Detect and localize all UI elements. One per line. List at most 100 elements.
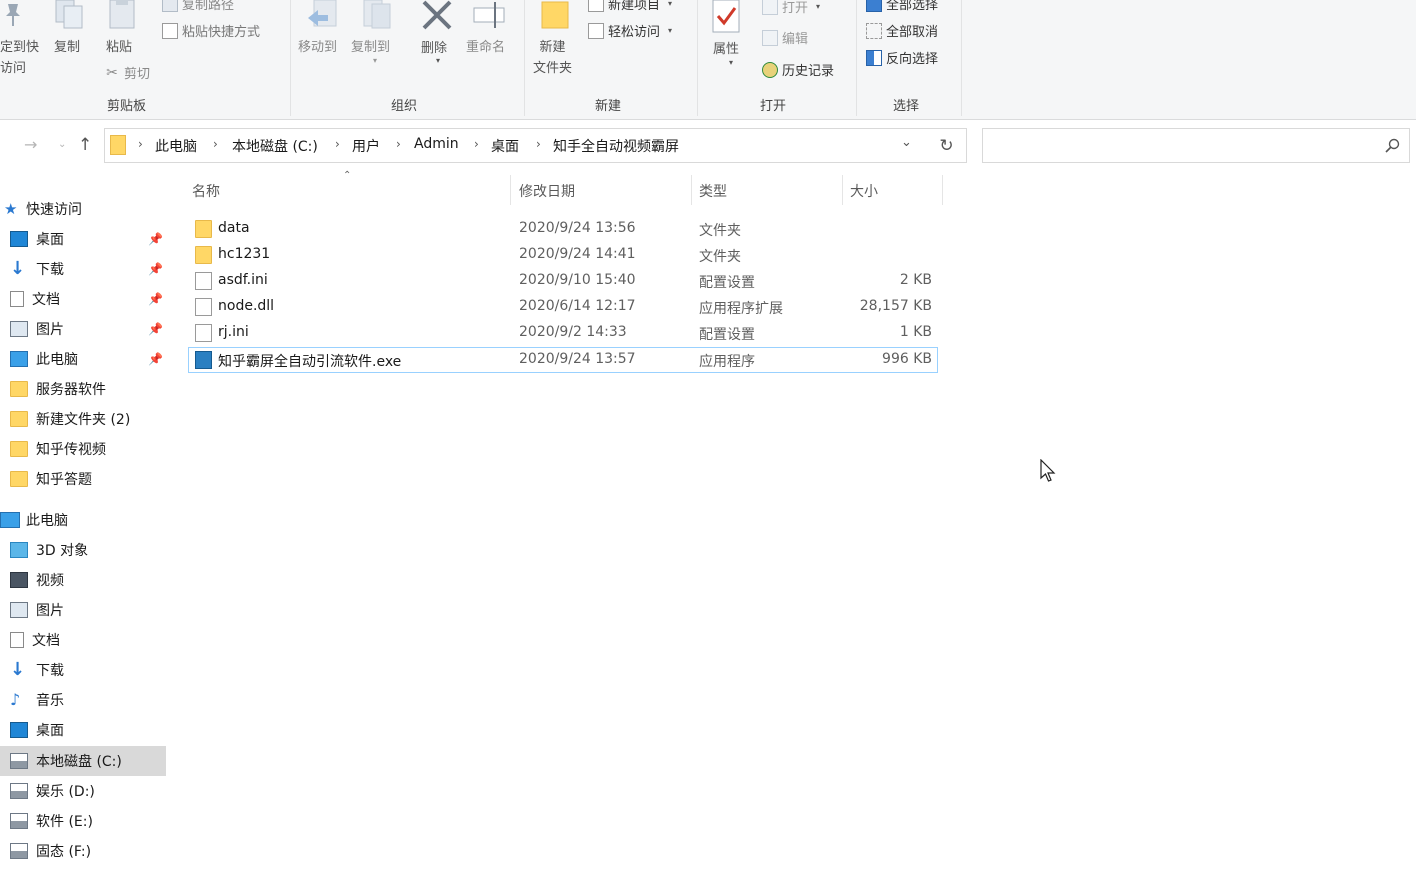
file-row-selected[interactable]: 知乎霸屏全自动引流软件.exe 2020/9/24 13:57 应用程序 996… (188, 347, 938, 373)
nav-item-videos[interactable]: 视频 (10, 565, 64, 595)
dll-file-icon (195, 298, 212, 316)
pin-icon[interactable]: 📌 (148, 232, 163, 246)
pin-icon[interactable]: 📌 (148, 322, 163, 336)
pin-icon[interactable]: 📌 (148, 262, 163, 276)
new-item-button[interactable]: 新建项目 ▾ (588, 0, 672, 13)
nav-this-pc[interactable]: 此电脑 (0, 505, 68, 535)
column-separator[interactable] (510, 175, 511, 205)
drive-icon (10, 843, 28, 859)
breadcrumb-local-disk-c[interactable]: 本地磁盘 (C:) (232, 136, 318, 156)
nav-item-server-software[interactable]: 服务器软件 (10, 374, 106, 404)
sort-ascending-icon: ⌃ (343, 170, 352, 181)
nav-quick-access[interactable]: ★ 快速访问 (4, 194, 82, 224)
refresh-icon[interactable]: ↻ (927, 128, 967, 163)
column-separator[interactable] (691, 175, 692, 205)
nav-item-music[interactable]: ♪ 音乐 (10, 685, 64, 715)
column-separator[interactable] (942, 175, 943, 205)
file-row[interactable]: data 2020/9/24 13:56 文件夹 (188, 216, 938, 242)
folder-icon (195, 220, 212, 238)
invert-selection-button[interactable]: 反向选择 (866, 48, 938, 67)
cut-button[interactable]: ✂ 剪切 (104, 63, 150, 83)
easy-access-button[interactable]: 轻松访问 ▾ (588, 21, 672, 40)
nav-item-pictures-pc[interactable]: 图片 (10, 595, 64, 625)
new-folder-icon (540, 0, 572, 36)
column-header-name[interactable]: 名称 (192, 181, 220, 201)
easy-access-icon (588, 22, 604, 39)
download-icon: ↓ (10, 258, 26, 279)
select-none-button[interactable]: 全部取消 (866, 21, 938, 40)
nav-item-zhihu-video[interactable]: 知乎传视频 (10, 434, 106, 464)
nav-item-documents-pc[interactable]: 文档 (10, 625, 60, 655)
breadcrumb-separator-icon: › (335, 137, 340, 151)
nav-item-drive-c[interactable]: 本地磁盘 (C:) (0, 746, 166, 776)
file-row[interactable]: rj.ini 2020/9/2 14:33 配置设置 1 KB (188, 320, 938, 346)
paste-button[interactable]: 粘贴 (106, 37, 132, 58)
copy-to-icon (360, 0, 396, 36)
breadcrumb-admin[interactable]: Admin (414, 136, 459, 152)
folder-icon (195, 246, 212, 264)
properties-button[interactable]: 属性 (713, 39, 739, 60)
open-icon (762, 0, 778, 15)
new-group-label: 新建 (595, 99, 622, 114)
breadcrumb-this-pc[interactable]: 此电脑 (155, 136, 197, 156)
nav-item-3d-objects[interactable]: 3D 对象 (10, 535, 88, 565)
nav-item-pictures[interactable]: 图片 (10, 314, 64, 344)
breadcrumb-current-folder[interactable]: 知手全自动视频霸屏 (553, 136, 679, 156)
nav-item-drive-d[interactable]: 娱乐 (D:) (10, 776, 95, 806)
nav-item-downloads-pc[interactable]: ↓ 下载 (10, 655, 64, 685)
nav-item-drive-e[interactable]: 软件 (E:) (10, 806, 93, 836)
history-button[interactable]: 历史记录 (762, 60, 834, 79)
nav-item-desktop-pc[interactable]: 桌面 (10, 715, 64, 745)
select-all-button[interactable]: 全部选择 (866, 0, 938, 13)
drive-icon (10, 783, 28, 799)
column-header-date[interactable]: 修改日期 (519, 181, 575, 201)
ribbon: 定到快 访问 复制 粘贴 复制路径 粘贴快捷方式 ✂ 剪切 剪贴板 移动到 复制… (0, 0, 1416, 120)
search-input[interactable] (982, 128, 1410, 163)
chevron-down-icon[interactable]: ⌄ (58, 139, 66, 150)
column-separator[interactable] (842, 175, 843, 205)
history-icon (762, 61, 778, 78)
move-to-button[interactable]: 移动到 (298, 37, 337, 58)
copy-button[interactable]: 复制 (54, 37, 80, 58)
nav-item-new-folder-2[interactable]: 新建文件夹 (2) (10, 404, 130, 434)
film-icon (10, 572, 28, 588)
file-row[interactable]: hc1231 2020/9/24 14:41 文件夹 (188, 242, 938, 268)
edit-button[interactable]: 编辑 (762, 28, 808, 47)
pictures-icon (10, 602, 28, 618)
nav-item-downloads[interactable]: ↓ 下载 (10, 254, 64, 284)
nav-item-this-pc-quick[interactable]: 此电脑 (10, 344, 78, 374)
pin-icon[interactable]: 📌 (148, 292, 163, 306)
open-button[interactable]: 打开 ▾ (762, 0, 820, 16)
folder-icon (10, 441, 28, 457)
paste-shortcut-button[interactable]: 粘贴快捷方式 (162, 21, 260, 40)
back-arrow-icon[interactable]: → (24, 135, 37, 154)
nav-item-desktop[interactable]: 桌面 (10, 224, 64, 254)
column-header-type[interactable]: 类型 (699, 181, 727, 201)
nav-item-zhihu-answer[interactable]: 知乎答题 (10, 464, 92, 494)
search-icon[interactable] (1385, 138, 1401, 158)
folder-icon (10, 471, 28, 487)
nav-item-drive-f[interactable]: 固态 (F:) (10, 836, 91, 866)
new-folder-button[interactable]: 新建 文件夹 (533, 37, 572, 79)
breadcrumb-users[interactable]: 用户 (352, 136, 380, 156)
desktop-icon (10, 722, 28, 738)
copy-icon (54, 0, 86, 34)
breadcrumb-separator-icon: › (396, 137, 401, 151)
up-arrow-icon[interactable]: ↑ (78, 135, 92, 155)
file-row[interactable]: asdf.ini 2020/9/10 15:40 配置设置 2 KB (188, 268, 938, 294)
nav-item-documents[interactable]: 文档 (10, 284, 60, 314)
delete-button[interactable]: 删除 (421, 38, 447, 59)
pin-icon[interactable]: 📌 (148, 352, 163, 366)
clipboard-group-label: 剪贴板 (107, 99, 147, 114)
document-icon (10, 291, 24, 307)
column-header-size[interactable]: 大小 (850, 181, 878, 201)
copy-path-button[interactable]: 复制路径 (162, 0, 234, 13)
copy-to-button[interactable]: 复制到 (351, 37, 390, 58)
address-dropdown-icon[interactable]: ⌄ (901, 135, 912, 150)
pin-icon (2, 2, 24, 32)
ribbon-separator (856, 0, 857, 116)
pin-quick-access-button[interactable]: 定到快 访问 (0, 37, 39, 79)
file-row[interactable]: node.dll 2020/6/14 12:17 应用程序扩展 28,157 K… (188, 294, 938, 320)
rename-button[interactable]: 重命名 (466, 37, 505, 58)
breadcrumb-desktop[interactable]: 桌面 (491, 136, 519, 156)
